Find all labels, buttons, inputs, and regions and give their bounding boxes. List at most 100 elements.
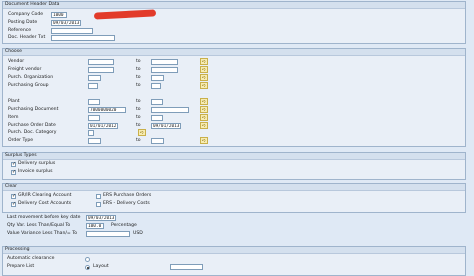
item-to-label: to	[136, 115, 141, 120]
po-date-to-field[interactable]: 09/01/2013	[151, 123, 181, 129]
vendor-from-field[interactable]	[88, 59, 114, 65]
vendor-multiple-selection-button[interactable]: ➪	[200, 58, 208, 65]
doc-header-txt-label: Doc. Header Txt	[8, 35, 46, 40]
purch-group-multiple-selection-button[interactable]: ➪	[200, 82, 208, 89]
last-movement-label: Last movement before key date	[7, 215, 81, 220]
purch-group-label: Purchasing Group	[8, 83, 49, 88]
plant-from-field[interactable]	[88, 99, 100, 105]
surplus-types-group: Surplus Types Delivery surplus Invoice s…	[2, 152, 466, 180]
invoice-surplus-label: Invoice surplus	[18, 169, 53, 174]
doc-header-txt-field[interactable]	[51, 35, 115, 41]
purch-org-to-label: to	[136, 75, 141, 80]
freight-vendor-to-label: to	[136, 67, 141, 72]
value-variance-unit: USD	[133, 231, 143, 236]
prepare-list-label: Prepare List	[7, 264, 35, 269]
delivery-cost-accounts-label: Delivery Cost Accounts	[18, 201, 72, 206]
ers-purchase-orders-checkbox[interactable]	[96, 194, 101, 199]
purch-doc-cat-field[interactable]	[88, 130, 94, 136]
layout-field[interactable]	[170, 264, 203, 270]
purch-org-label: Purch. Organization	[8, 75, 54, 80]
qty-variance-unit: Percentage	[111, 223, 137, 228]
purch-group-to-label: to	[136, 83, 141, 88]
document-header-group-header	[3, 2, 465, 9]
arrow-right-icon: ➪	[202, 115, 207, 121]
document-header-group: Document Header Data Company Code 1000 P…	[2, 1, 466, 44]
purch-org-from-field[interactable]	[88, 75, 101, 81]
processing-group-title: Processing	[5, 247, 30, 252]
vendor-label: Vendor	[8, 59, 25, 64]
clear-group-title: Clear	[5, 184, 18, 189]
purch-doc-multiple-selection-button[interactable]: ➪	[200, 106, 208, 113]
delivery-cost-accounts-checkbox[interactable]	[11, 201, 16, 207]
clear-group: Clear GR/IR Clearing Account ERS Purchas…	[2, 183, 466, 213]
purch-doc-to-field[interactable]	[151, 107, 189, 113]
freight-vendor-to-field[interactable]	[151, 67, 178, 73]
company-code-label: Company Code	[8, 12, 44, 17]
clear-group-header	[3, 184, 465, 191]
freight-vendor-multiple-selection-button[interactable]: ➪	[200, 66, 208, 73]
processing-group-header	[3, 247, 465, 254]
order-type-multiple-selection-button[interactable]: ➪	[200, 137, 208, 144]
order-type-to-label: to	[136, 138, 141, 143]
plant-to-label: to	[136, 99, 141, 104]
prepare-list-radio[interactable]	[85, 265, 90, 270]
ers-delivery-costs-checkbox[interactable]	[96, 202, 101, 207]
surplus-types-group-header	[3, 153, 465, 160]
order-type-to-field[interactable]	[151, 138, 164, 144]
vendor-to-field[interactable]	[151, 59, 178, 65]
reference-label: Reference	[8, 28, 32, 33]
purch-doc-cat-multiple-selection-button[interactable]: ➪	[138, 129, 146, 136]
automatic-clearance-radio[interactable]	[85, 257, 90, 262]
purch-org-to-field[interactable]	[151, 75, 164, 81]
po-date-multiple-selection-button[interactable]: ➪	[200, 122, 208, 129]
choose-group: Choose Vendor to ➪ Freight vendor to ➪ P…	[2, 48, 466, 147]
purch-doc-to-label: to	[136, 107, 141, 112]
choose-group-title: Choose	[5, 49, 22, 54]
item-from-field[interactable]	[88, 115, 100, 121]
arrow-right-icon: ➪	[202, 83, 207, 89]
redaction-mark	[93, 9, 157, 20]
arrow-right-icon: ➪	[202, 138, 207, 144]
posting-date-label: Posting Date	[8, 20, 38, 25]
automatic-clearance-label: Automatic clearance	[7, 256, 55, 261]
plant-to-field[interactable]	[151, 99, 163, 105]
qty-variance-field[interactable]: 100.0	[86, 223, 104, 229]
qty-variance-label: Qty Var. Less Than/Equal To	[7, 223, 71, 228]
surplus-types-group-title: Surplus Types	[5, 153, 37, 158]
vendor-to-label: to	[136, 59, 141, 64]
arrow-right-icon: ➪	[202, 59, 207, 65]
purch-group-from-field[interactable]	[88, 83, 98, 89]
purch-doc-label: Purchasing Document	[8, 107, 59, 112]
purch-group-to-field[interactable]	[151, 83, 161, 89]
item-label: Item	[8, 115, 19, 120]
item-to-field[interactable]	[151, 115, 163, 121]
freight-vendor-label: Freight vendor	[8, 67, 42, 72]
order-type-label: Order Type	[8, 138, 34, 143]
purch-org-multiple-selection-button[interactable]: ➪	[200, 74, 208, 81]
arrow-right-icon: ➪	[202, 67, 207, 73]
grir-clearing-checkbox[interactable]	[11, 193, 16, 199]
last-movement-field[interactable]: 09/03/2013	[86, 215, 116, 221]
company-code-field[interactable]: 1000	[51, 12, 67, 18]
arrow-right-icon: ➪	[140, 130, 145, 136]
delivery-surplus-checkbox[interactable]	[11, 161, 16, 167]
purch-doc-from-field[interactable]: 7000000020	[88, 107, 126, 113]
choose-group-header	[3, 49, 465, 56]
arrow-right-icon: ➪	[202, 123, 207, 129]
item-multiple-selection-button[interactable]: ➪	[200, 114, 208, 121]
grir-clearing-label: GR/IR Clearing Account	[18, 193, 72, 198]
freight-vendor-from-field[interactable]	[88, 67, 114, 73]
document-header-group-title: Document Header Data	[5, 2, 60, 7]
reference-field[interactable]	[51, 28, 93, 34]
po-date-from-field[interactable]: 01/01/2012	[88, 123, 118, 129]
plant-multiple-selection-button[interactable]: ➪	[200, 98, 208, 105]
delivery-surplus-label: Delivery surplus	[18, 161, 56, 166]
processing-group: Processing Automatic clearance Prepare L…	[2, 246, 466, 276]
ers-delivery-costs-label: ERS - Delivery Costs	[103, 201, 150, 206]
invoice-surplus-checkbox[interactable]	[11, 169, 16, 175]
value-variance-field[interactable]	[86, 231, 130, 237]
layout-label: Layout	[93, 264, 109, 269]
arrow-right-icon: ➪	[202, 75, 207, 81]
posting-date-field[interactable]: 09/03/2013	[51, 20, 81, 26]
order-type-from-field[interactable]	[88, 138, 101, 144]
